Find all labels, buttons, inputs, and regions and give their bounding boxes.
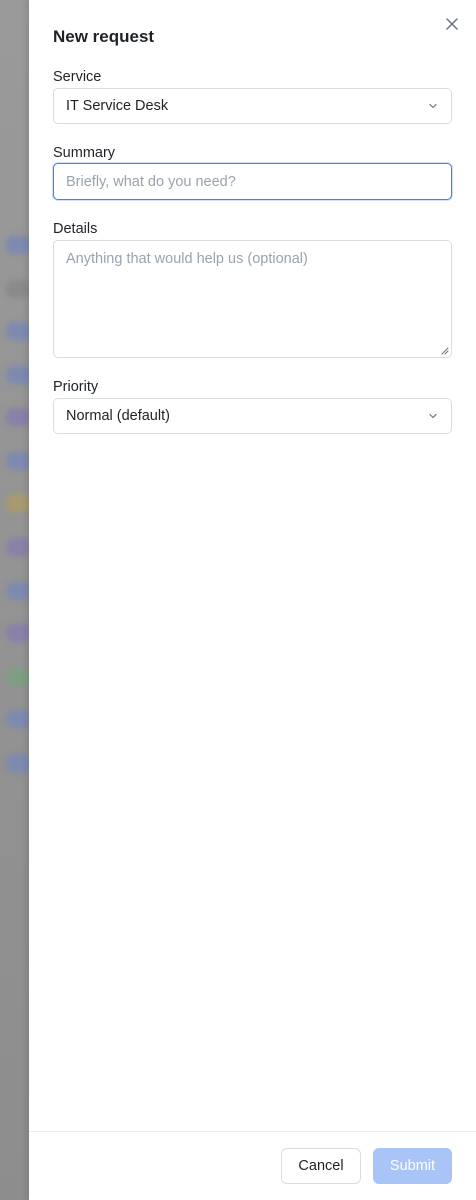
close-button[interactable] (442, 14, 462, 34)
summary-label: Summary (53, 145, 116, 161)
details-textarea[interactable]: Anything that would help us (optional) (53, 240, 452, 358)
service-value: IT Service Desk (66, 98, 169, 114)
summary-input[interactable]: Briefly, what do you need? (53, 163, 452, 200)
service-select[interactable]: IT Service Desk (53, 88, 452, 124)
dialog-title: New request (53, 27, 155, 46)
close-icon (446, 18, 458, 30)
details-label: Details (53, 221, 98, 237)
resize-handle-icon[interactable] (441, 347, 449, 355)
details-placeholder: Anything that would help us (optional) (66, 251, 308, 267)
summary-placeholder: Briefly, what do you need? (66, 173, 236, 190)
priority-select[interactable]: Normal (default) (53, 398, 452, 434)
priority-value: Normal (default) (66, 408, 170, 424)
dialog-footer: Cancel Submit (29, 1131, 476, 1200)
chevron-down-icon (429, 103, 437, 109)
service-label: Service (53, 69, 102, 85)
chevron-down-icon (429, 413, 437, 419)
submit-button[interactable]: Submit (373, 1148, 452, 1184)
new-request-panel: New request Service IT Service Desk Summ… (29, 0, 476, 1200)
cancel-button[interactable]: Cancel (281, 1148, 361, 1184)
priority-label: Priority (53, 379, 99, 395)
